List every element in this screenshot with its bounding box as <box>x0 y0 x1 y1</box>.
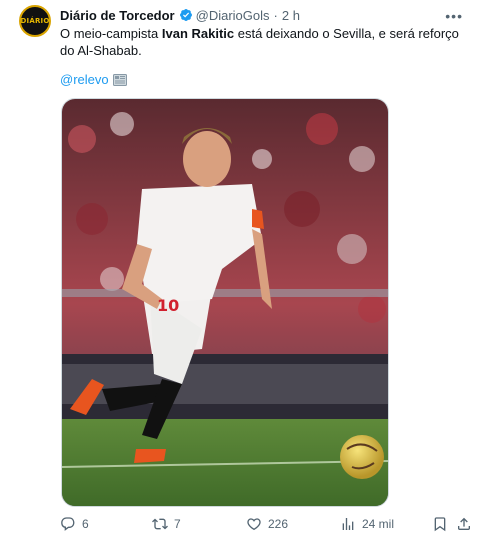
reply-icon <box>61 517 75 531</box>
share-icon <box>458 517 470 530</box>
views-chart-icon <box>342 518 354 530</box>
views-count: 24 mil <box>362 517 395 531</box>
jersey-number: 10 <box>157 296 179 315</box>
like-button[interactable]: 226 <box>246 514 288 534</box>
tweet-media-photo[interactable]: 10 <box>61 98 389 507</box>
header-separator: · <box>273 7 278 23</box>
tweet-card[interactable]: DIÁRIO Diário de Torcedor @DiarioGols · … <box>0 0 481 538</box>
like-count: 226 <box>268 517 289 531</box>
bookmark-icon <box>434 517 446 532</box>
heart-icon <box>247 518 261 531</box>
retweet-count: 7 <box>174 517 181 531</box>
tweet-header: Diário de Torcedor @DiarioGols · 2 h <box>60 6 300 24</box>
author-handle[interactable]: @DiarioGols <box>196 8 270 23</box>
tweet-actions-bar: 6 7 226 24 mil <box>60 514 480 534</box>
mention-line: @relevo <box>60 72 127 87</box>
reply-count: 6 <box>82 517 89 531</box>
reply-button[interactable]: 6 <box>60 514 89 534</box>
newspaper-icon <box>112 73 127 86</box>
avatar-logo-text: DIÁRIO <box>20 17 50 25</box>
player-photo: 10 <box>62 99 388 506</box>
author-avatar[interactable]: DIÁRIO <box>19 5 51 37</box>
tweet-timestamp[interactable]: 2 h <box>282 8 300 23</box>
more-options-icon[interactable]: ••• <box>445 8 463 24</box>
tweet-text-bold: Ivan Rakitic <box>161 26 235 41</box>
bookmark-button[interactable] <box>432 514 448 534</box>
author-name[interactable]: Diário de Torcedor <box>60 8 175 23</box>
share-button[interactable] <box>456 514 472 534</box>
views-button[interactable]: 24 mil <box>340 514 394 534</box>
tweet-text: O meio-campista Ivan Rakitic está deixan… <box>60 25 465 59</box>
mention-link[interactable]: @relevo <box>60 72 109 87</box>
verified-badge-icon <box>179 9 192 21</box>
retweet-icon <box>152 518 168 530</box>
retweet-button[interactable]: 7 <box>152 514 181 534</box>
tweet-text-part: O meio-campista <box>60 26 162 41</box>
